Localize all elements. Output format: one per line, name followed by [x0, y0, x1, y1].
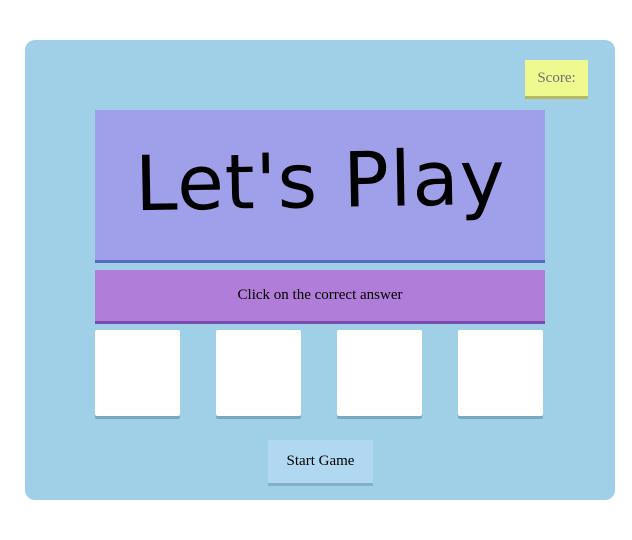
answer-choice-2[interactable]: [216, 330, 301, 416]
answer-choice-3[interactable]: [337, 330, 422, 416]
score-box: Score:: [525, 60, 588, 99]
instruction-text: Click on the correct answer: [237, 287, 403, 303]
start-game-button[interactable]: Start Game: [268, 440, 373, 486]
title-panel: Let's Play: [95, 110, 545, 263]
answer-choices: [95, 330, 545, 416]
answer-choice-1[interactable]: [95, 330, 180, 416]
game-container: Score: Let's Play Click on the correct a…: [25, 40, 615, 500]
game-title: Let's Play: [133, 132, 507, 228]
answer-choice-4[interactable]: [458, 330, 543, 416]
score-label: Score:: [537, 69, 576, 86]
instruction-bar: Click on the correct answer: [95, 270, 545, 324]
